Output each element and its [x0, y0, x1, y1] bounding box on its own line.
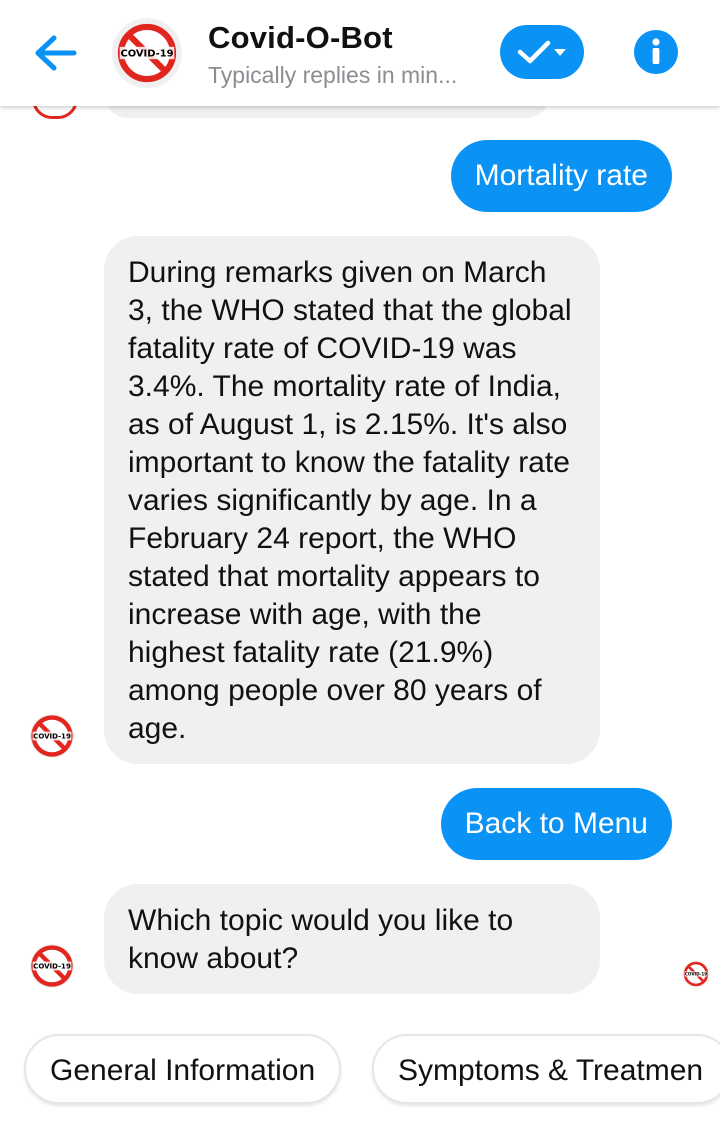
bot-message-avatar: [30, 944, 74, 988]
quick-replies: General Information Symptoms & Treatmen: [24, 1034, 720, 1108]
chat-screen: Covid-O-Bot Typically replies in min... …: [0, 0, 720, 1136]
bot-message-avatar: [30, 714, 74, 758]
bot-avatar[interactable]: [112, 18, 182, 88]
bot-message-bubble: During remarks given on March 3, the WHO…: [104, 236, 600, 764]
arrow-left-icon: [35, 35, 77, 71]
quick-reply-general-information[interactable]: General Information: [24, 1034, 342, 1104]
status-dropdown-button[interactable]: [500, 25, 584, 79]
no-covid-logo-icon: [30, 944, 74, 988]
info-icon: [652, 38, 660, 64]
chat-subtitle: Typically replies in min...: [208, 62, 458, 88]
no-covid-logo-icon: [116, 22, 178, 84]
user-message-bubble[interactable]: Back to Menu: [440, 788, 672, 860]
no-covid-logo-icon: [683, 961, 709, 987]
seen-indicator-avatar: [682, 960, 710, 988]
check-dropdown-icon: [517, 40, 566, 64]
quick-reply-symptoms-treatment[interactable]: Symptoms & Treatmen: [372, 1034, 720, 1104]
chat-header: Covid-O-Bot Typically replies in min...: [0, 0, 720, 106]
info-button[interactable]: [634, 30, 678, 74]
chat-title[interactable]: Covid-O-Bot: [208, 20, 393, 56]
back-button[interactable]: [28, 30, 80, 76]
bot-message-bubble: Which topic would you like to know about…: [104, 884, 600, 994]
no-covid-logo-icon: [30, 714, 74, 758]
user-message-bubble[interactable]: Mortality rate: [450, 140, 672, 212]
